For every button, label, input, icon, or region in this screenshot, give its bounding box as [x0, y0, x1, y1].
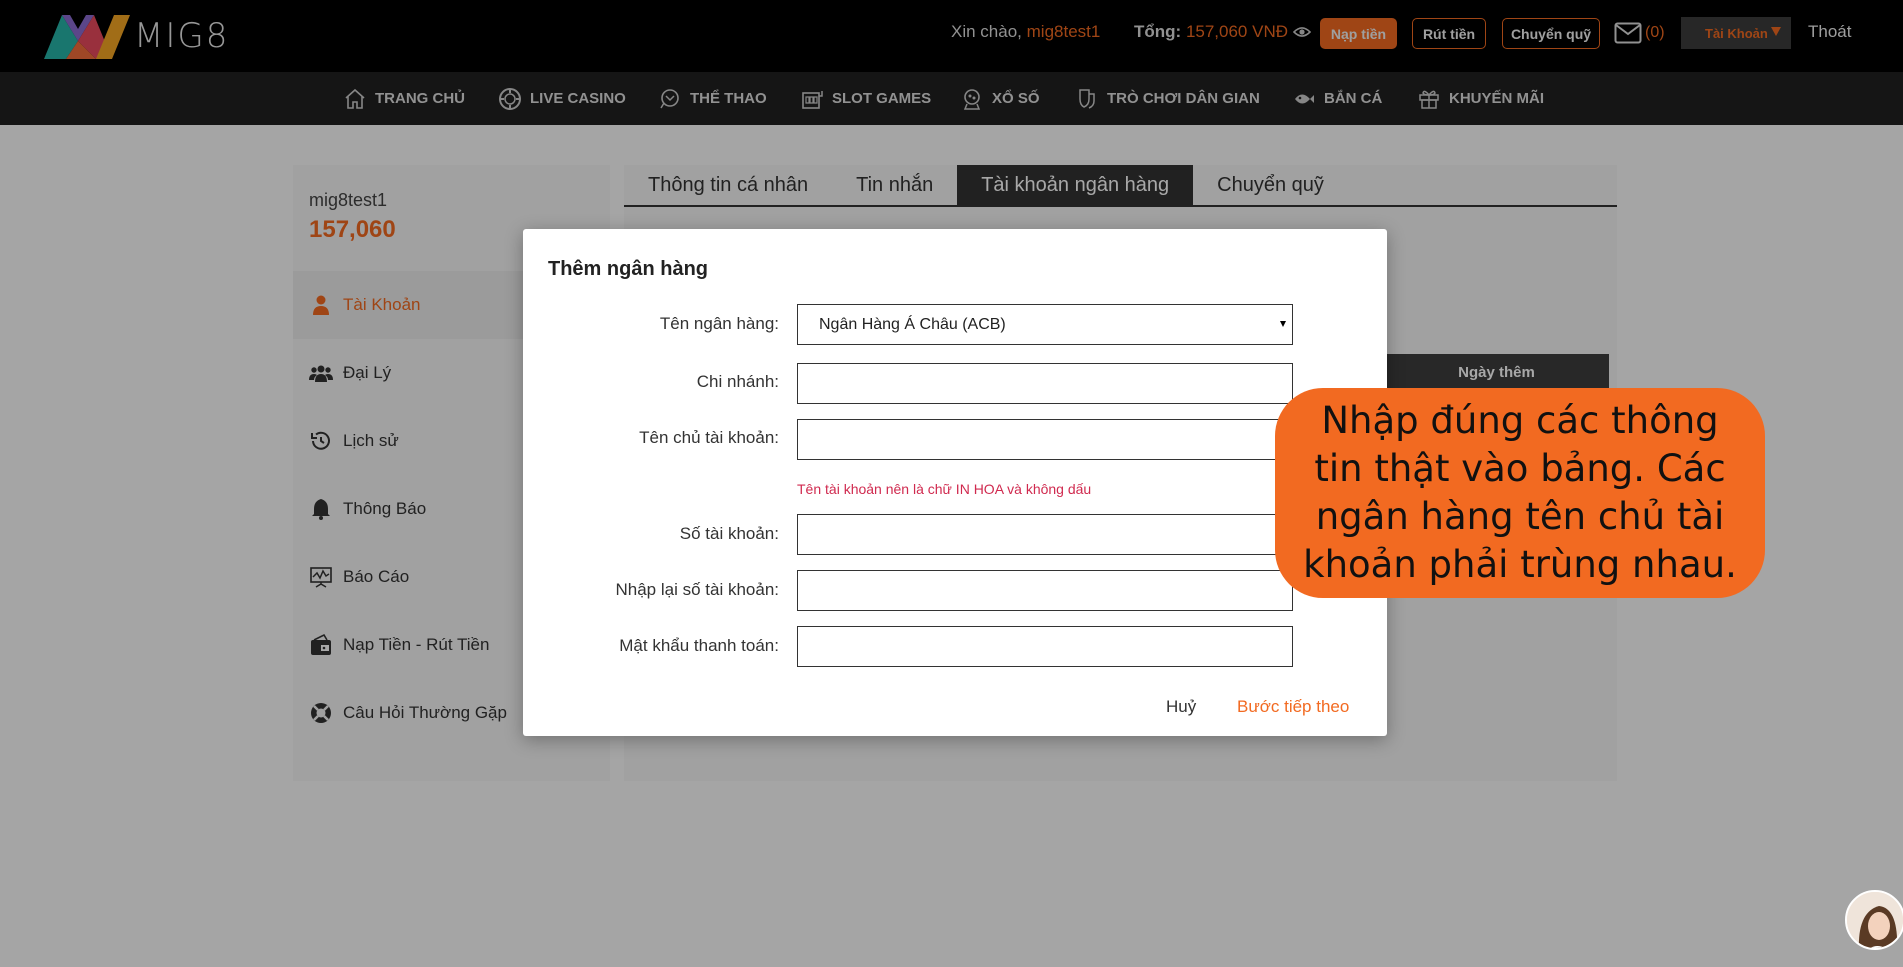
payment-password-label: Mật khẩu thanh toán:: [619, 636, 779, 655]
confirm-account-number-input[interactable]: [797, 570, 1293, 611]
instruction-callout: Nhập đúng các thông tin thật vào bảng. C…: [1275, 388, 1765, 598]
account-number-label: Số tài khoản:: [679, 524, 779, 543]
bank-name-value: Ngân Hàng Á Châu (ACB): [819, 315, 1006, 333]
payment-password-input[interactable]: [797, 626, 1293, 667]
branch-label: Chi nhánh:: [696, 372, 779, 391]
confirm-account-number-label: Nhập lại số tài khoản:: [615, 580, 780, 599]
chat-support-avatar[interactable]: [1845, 890, 1903, 950]
callout-text: Nhập đúng các thông tin thật vào bảng. C…: [1303, 399, 1737, 586]
account-holder-label: Tên chủ tài khoản:: [639, 428, 779, 447]
account-holder-input[interactable]: [797, 419, 1293, 460]
support-agent-icon: [1847, 892, 1903, 948]
account-holder-hint: Tên tài khoản nên là chữ IN HOA và không…: [797, 481, 1092, 497]
chevron-down-icon: [1280, 321, 1286, 327]
branch-input[interactable]: [797, 363, 1293, 404]
add-bank-modal: Thêm ngân hàng Tên ngân hàng: Ngân Hàng …: [523, 229, 1387, 736]
bank-name-select[interactable]: Ngân Hàng Á Châu (ACB): [797, 304, 1293, 345]
cancel-button[interactable]: Huỷ: [1166, 697, 1196, 717]
bank-name-label: Tên ngân hàng:: [659, 314, 779, 333]
next-step-button[interactable]: Bước tiếp theo: [1237, 697, 1349, 717]
account-number-input[interactable]: [797, 514, 1293, 555]
modal-title: Thêm ngân hàng: [548, 258, 708, 280]
